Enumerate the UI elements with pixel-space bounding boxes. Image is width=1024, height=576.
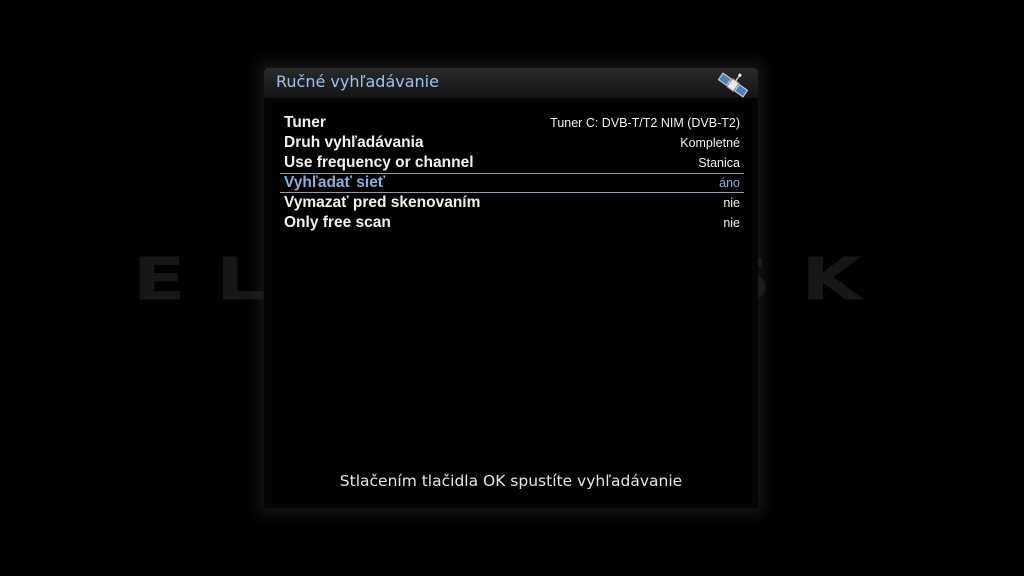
- dialog-titlebar: Ručné vyhľadávanie: [264, 68, 758, 98]
- satellite-icon: [717, 72, 749, 98]
- setting-label: Use frequency or channel: [284, 154, 474, 171]
- setting-row-scan-type[interactable]: Druh vyhľadávania Kompletné: [280, 133, 744, 153]
- setting-row-clear-before-scan[interactable]: Vymazať pred skenovaním nie: [280, 193, 744, 213]
- setting-value: nie: [723, 196, 740, 210]
- setting-label: Vymazať pred skenovaním: [284, 194, 481, 211]
- setting-label: Vyhľadať sieť: [284, 174, 386, 191]
- ok-hint-text: Stlačením tlačidla OK spustíte vyhľadáva…: [339, 472, 683, 490]
- settings-list: Tuner Tuner C: DVB-T/T2 NIM (DVB-T2) Dru…: [280, 113, 744, 233]
- setting-value: Tuner C: DVB-T/T2 NIM (DVB-T2): [550, 116, 740, 130]
- setting-label: Druh vyhľadávania: [284, 134, 424, 151]
- setting-row-free-scan[interactable]: Only free scan nie: [280, 213, 744, 233]
- manual-scan-dialog: Ručné vyhľadávanie Tuner Tuner C: DVB-T/…: [264, 68, 758, 508]
- dialog-title: Ručné vyhľadávanie: [276, 72, 439, 91]
- dialog-content: Tuner Tuner C: DVB-T/T2 NIM (DVB-T2) Dru…: [272, 102, 752, 504]
- setting-row-tuner[interactable]: Tuner Tuner C: DVB-T/T2 NIM (DVB-T2): [280, 113, 744, 133]
- setting-label: Tuner: [284, 114, 326, 131]
- setting-row-network-search[interactable]: Vyhľadať sieť áno: [280, 173, 744, 193]
- setting-value: Kompletné: [680, 136, 740, 150]
- setting-value: áno: [719, 176, 740, 190]
- setting-value: nie: [723, 216, 740, 230]
- setting-value: Stanica: [698, 156, 740, 170]
- setting-row-frequency-or-channel[interactable]: Use frequency or channel Stanica: [280, 153, 744, 173]
- setting-label: Only free scan: [284, 214, 391, 231]
